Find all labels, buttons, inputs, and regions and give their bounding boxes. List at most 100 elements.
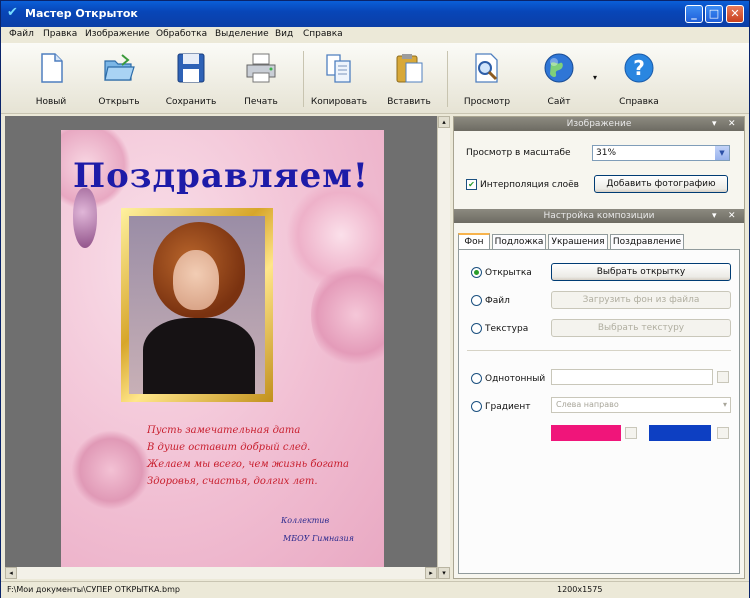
card-poem: Пусть замечательная дата В душе оставит … <box>147 422 377 490</box>
choose-postcard-button[interactable]: Выбрать открытку <box>551 263 731 281</box>
poem-line: Здоровья, счастья, долгих лет. <box>147 476 318 487</box>
scale-select[interactable]: 31% ▼ <box>592 145 730 161</box>
tab-underlay[interactable]: Подложка <box>492 234 546 249</box>
open-folder-icon <box>104 54 135 81</box>
new-label: Новый <box>35 97 67 107</box>
radio-solid[interactable] <box>471 373 482 384</box>
photo-frame[interactable] <box>121 208 273 402</box>
composition-tabs: Фон Подложка Украшения Поздравление <box>458 233 740 250</box>
panel-close-icon[interactable]: ✕ <box>728 117 736 131</box>
paste-clipboard-icon <box>396 54 423 83</box>
texture-label: Текстура <box>485 324 529 334</box>
minimize-button[interactable]: _ <box>685 5 703 23</box>
radio-postcard[interactable] <box>471 267 482 278</box>
gradient-start-swatch[interactable] <box>551 425 621 441</box>
scale-value: 31% <box>596 148 617 158</box>
file-label: Файл <box>485 296 510 306</box>
divider <box>467 350 731 351</box>
poem-line: В душе оставит добрый след. <box>147 442 311 453</box>
help-question-icon: ? <box>624 53 654 83</box>
status-bar: F:\Мои документы\СУПЕР ОТКРЫТКА.bmp 1200… <box>1 581 749 598</box>
app-check-icon: ✔ <box>7 5 18 20</box>
menu-help[interactable]: Справка <box>303 29 343 39</box>
menu-process[interactable]: Обработка <box>156 29 207 39</box>
gradient-end-picker-icon[interactable] <box>717 427 729 439</box>
solid-color-field[interactable] <box>551 369 713 385</box>
gradient-start-picker-icon[interactable] <box>625 427 637 439</box>
close-button[interactable]: ✕ <box>726 5 744 23</box>
printer-icon <box>246 53 276 83</box>
app-window: ✔ Мастер Открыток _ □ ✕ Файл Правка Изоб… <box>0 0 750 598</box>
scroll-up-icon[interactable]: ▴ <box>438 116 450 128</box>
gradient-label: Градиент <box>485 402 531 412</box>
portrait-photo <box>129 216 265 394</box>
vertical-scrollbar[interactable]: ▴ ▾ <box>437 116 450 579</box>
scroll-down-icon[interactable]: ▾ <box>438 567 450 579</box>
load-file-button[interactable]: Загрузить фон из файла <box>551 291 731 309</box>
menu-image[interactable]: Изображение <box>85 29 150 39</box>
copy-button[interactable]: Копировать <box>309 49 369 111</box>
image-panel-header: Изображение ▾ ✕ <box>454 117 744 131</box>
postcard-label: Открытка <box>485 268 532 278</box>
add-photo-button[interactable]: Добавить фотографию <box>594 175 728 193</box>
menu-file[interactable]: Файл <box>9 29 34 39</box>
site-dropdown-arrow-icon[interactable]: ▾ <box>593 73 597 82</box>
paste-button[interactable]: Вставить <box>379 49 439 111</box>
solid-label: Однотонный <box>485 374 546 384</box>
new-button[interactable]: Новый <box>21 49 81 111</box>
radio-file[interactable] <box>471 295 482 306</box>
card-heading: Поздравляем! <box>73 156 369 196</box>
toolbar: Новый Открыть Сохранить Печать Копироват… <box>1 43 749 114</box>
panel-close-icon[interactable]: ✕ <box>728 209 736 223</box>
composition-panel-title: Настройка композиции <box>543 211 655 221</box>
tab-greeting[interactable]: Поздравление <box>610 234 684 249</box>
scroll-right-icon[interactable]: ▸ <box>425 567 437 579</box>
print-label: Печать <box>244 97 278 107</box>
scroll-left-icon[interactable]: ◂ <box>5 567 17 579</box>
floppy-disk-icon <box>177 53 205 83</box>
interpolation-checkbox[interactable]: ✔ <box>466 179 477 190</box>
help-label: Справка <box>619 97 659 107</box>
menu-edit[interactable]: Правка <box>43 29 77 39</box>
copy-icon <box>326 54 351 83</box>
composition-panel-header: Настройка композиции ▾ ✕ <box>454 209 744 223</box>
radio-gradient[interactable] <box>471 401 482 412</box>
menu-select[interactable]: Выделение <box>215 29 269 39</box>
chevron-down-icon[interactable]: ▾ <box>723 398 727 412</box>
postcard-preview[interactable]: Поздравляем! Пусть замечательная дата В … <box>61 130 384 567</box>
chevron-down-icon[interactable]: ▼ <box>715 146 729 160</box>
print-button[interactable]: Печать <box>231 49 291 111</box>
card-signature-line1: Коллектив <box>281 516 330 525</box>
card-signature-line2: МБОУ Гимназия <box>283 534 354 543</box>
status-file-path: F:\Мои документы\СУПЕР ОТКРЫТКА.bmp <box>7 585 180 594</box>
preview-magnifier-icon <box>475 53 498 83</box>
horizontal-scrollbar[interactable]: ◂ ▸ <box>5 567 437 579</box>
tab-decorations[interactable]: Украшения <box>548 234 608 249</box>
tab-background[interactable]: Фон <box>458 233 490 250</box>
settings-panel: Изображение ▾ ✕ Просмотр в масштабе 31% … <box>453 116 745 579</box>
title-bar: ✔ Мастер Открыток _ □ ✕ <box>1 1 749 27</box>
radio-texture[interactable] <box>471 323 482 334</box>
gradient-end-swatch[interactable] <box>649 425 711 441</box>
menu-view[interactable]: Вид <box>275 29 293 39</box>
solid-color-picker-icon[interactable] <box>717 371 729 383</box>
new-document-icon <box>41 53 63 83</box>
svg-text:?: ? <box>633 56 645 80</box>
paste-label: Вставить <box>387 97 431 107</box>
gradient-direction-select[interactable]: Слева направо ▾ <box>551 397 731 413</box>
preview-button[interactable]: Просмотр <box>457 49 517 111</box>
help-button[interactable]: ? Справка <box>609 49 669 111</box>
decor-flower <box>71 430 151 510</box>
maximize-button[interactable]: □ <box>705 5 723 23</box>
background-tab-content: Открытка Выбрать открытку Файл Загрузить… <box>458 249 740 574</box>
open-button[interactable]: Открыть <box>89 49 149 111</box>
scale-label: Просмотр в масштабе <box>466 148 571 158</box>
panel-menu-icon[interactable]: ▾ <box>712 209 717 223</box>
site-label: Сайт <box>547 97 571 107</box>
canvas-area[interactable]: Поздравляем! Пусть замечательная дата В … <box>5 116 437 579</box>
site-button[interactable]: Сайт <box>529 49 589 111</box>
panel-menu-icon[interactable]: ▾ <box>712 117 717 131</box>
decor-ornament <box>73 188 97 248</box>
choose-texture-button[interactable]: Выбрать текстуру <box>551 319 731 337</box>
save-button[interactable]: Сохранить <box>161 49 221 111</box>
